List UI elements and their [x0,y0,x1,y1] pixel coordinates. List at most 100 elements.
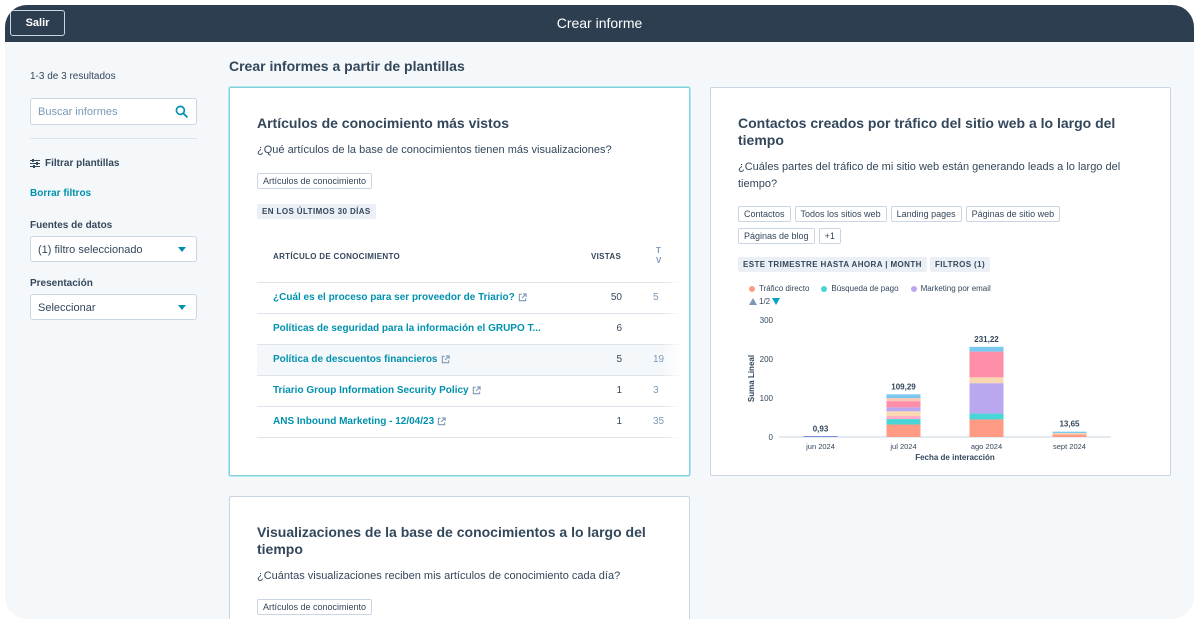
article-link[interactable]: Políticas de seguridad para la informaci… [273,323,541,334]
article-link[interactable]: Triario Group Information Security Polic… [273,385,481,396]
legend-dot [821,286,828,292]
chevron-down-icon [178,305,186,310]
views-value: 50 [610,292,622,303]
y-tick-label: 300 [760,316,774,325]
table-row: ANS Inbound Marketing - 12/04/23 1 35 [257,407,687,438]
external-link-icon[interactable] [472,386,481,395]
views-value: 6 [616,323,622,334]
bar-segment [886,419,921,425]
pager-up-icon[interactable] [749,298,757,305]
stacked-bar-chart: 0 100 200 300 jun 2024 0,93 jul 2024 109,29 ago … [747,316,1111,462]
template-card-kb-views[interactable]: Visualizaciones de la base de conocimien… [229,496,690,619]
bar-segment [886,411,921,416]
clear-filters-link[interactable]: Borrar filtros [30,188,91,199]
y-tick-label: 0 [769,433,774,442]
card-tag: Artículos de conocimiento [257,599,373,615]
legend-label: Búsqueda de pago [831,284,899,293]
card-tag: Páginas de blog [738,228,815,244]
card-title: Contactos creados por tráfico del sitio … [738,115,1116,148]
views-value: 1 [616,416,622,427]
sidebar: 1-3 de 3 resultados Buscar informes Filt… [5,42,197,619]
article-link[interactable]: ¿Cuál es el proceso para ser proveedor d… [273,292,527,303]
views-value: 1 [616,385,622,396]
presentation-value: Seleccionar [38,302,96,314]
bar-segment [969,413,1004,420]
card-tag: Landing pages [890,206,962,222]
bar-segment [969,419,1004,437]
article-name: ANS Inbound Marketing - 12/04/23 [273,416,435,427]
external-link-icon[interactable] [437,417,446,426]
bar-segment [886,401,921,408]
column-header-article: ARTÍCULO DE CONOCIMIENTO [273,252,401,261]
bar-segment [886,407,921,412]
pager-label: 1/2 [759,297,771,306]
bar-total-label: 0,93 [813,425,829,434]
truncated-value: 3 [653,385,659,396]
bar-segment [969,377,1004,384]
article-name: Políticas de seguridad para la informaci… [273,323,541,334]
card-tags: Contactos Todos los sitios web Landing pag… [738,204,1078,248]
external-link-icon[interactable] [441,355,450,364]
bar-segment [1052,431,1087,434]
card-title: Visualizaciones de la base de conocimien… [257,524,646,557]
bar-total-label: 231,22 [974,335,999,344]
x-tick-label: sept 2024 [1053,442,1086,451]
card-description: ¿Qué artículos de la base de conocimient… [257,144,612,156]
table-row: Política de descuentos financieros 5 19 [257,345,687,376]
card-title: Artículos de conocimiento más vistos [257,115,510,131]
template-card-contacts-traffic[interactable]: Contactos creados por tráfico del sitio … [710,87,1171,476]
article-link[interactable]: ANS Inbound Marketing - 12/04/23 [273,416,446,427]
y-tick-label: 200 [760,355,774,364]
search-icon[interactable] [175,105,188,118]
filter-sliders-icon [30,159,40,168]
bar-segment [969,351,1004,378]
search-placeholder: Buscar informes [38,106,118,118]
chevron-down-icon [178,247,186,252]
card-tag: +1 [818,228,841,244]
table-fade-overlay [662,232,689,448]
filters-pill: FILTROS (1) [930,257,991,272]
table-row: ¿Cuál es el proceso para ser proveedor d… [257,283,687,314]
pager-down-icon[interactable] [772,298,781,305]
views-value: 5 [616,354,622,365]
card-tag: Artículos de conocimiento [257,173,373,189]
legend-item: Búsqueda de pago [821,284,899,293]
legend-label: Tráfico directo [759,284,810,293]
presentation-select[interactable]: Seleccionar [30,294,197,320]
filter-templates-label: Filtrar plantillas [45,158,120,169]
legend-pager: 1/2 [749,297,781,306]
bar-segment [1052,433,1087,435]
legend-item: Marketing por email [910,284,991,293]
main-title: Crear informes a partir de plantillas [229,58,465,74]
bar-segment [886,415,921,420]
template-card-top-articles[interactable]: Artículos de conocimiento más vistos ¿Qu… [229,87,690,476]
legend-label: Marketing por email [920,284,991,293]
card-tag: Todos los sitios web [794,206,887,222]
filter-templates-toggle[interactable]: Filtrar plantillas [30,158,119,169]
page-header-title: Crear informe [556,15,643,31]
bar-segment [886,424,921,437]
x-axis-label: Fecha de interacción [915,453,995,462]
legend-dot [749,286,755,292]
bar-segment [969,383,1004,414]
column-header-views: VISTAS [591,252,622,261]
table-row: Triario Group Information Security Polic… [257,376,687,407]
bar-segment [886,398,921,402]
card-tag: Contactos [738,206,791,222]
bar-total-label: 13,65 [1059,420,1080,429]
top-header: Salir Crear informe [5,5,1194,42]
data-sources-select[interactable]: (1) filtro seleccionado [30,236,197,262]
x-tick-label: ago 2024 [971,442,1002,451]
card-description: ¿Cuántas visualizaciones reciben mis art… [257,570,621,582]
article-name: ¿Cuál es el proceso para ser proveedor d… [273,292,515,303]
external-link-icon[interactable] [518,293,527,302]
data-sources-label: Fuentes de datos [30,220,113,231]
bar-total-label: 109,29 [891,382,916,391]
article-name: Triario Group Information Security Polic… [273,385,469,396]
legend-dot [910,286,917,292]
bar-segment [803,436,838,437]
search-input[interactable]: Buscar informes [30,98,197,125]
legend-item: Tráfico directo [749,284,809,293]
article-link[interactable]: Política de descuentos financieros [273,354,450,365]
chart-legend: Tráfico directo Búsqueda de pago Marketing… [749,284,991,293]
